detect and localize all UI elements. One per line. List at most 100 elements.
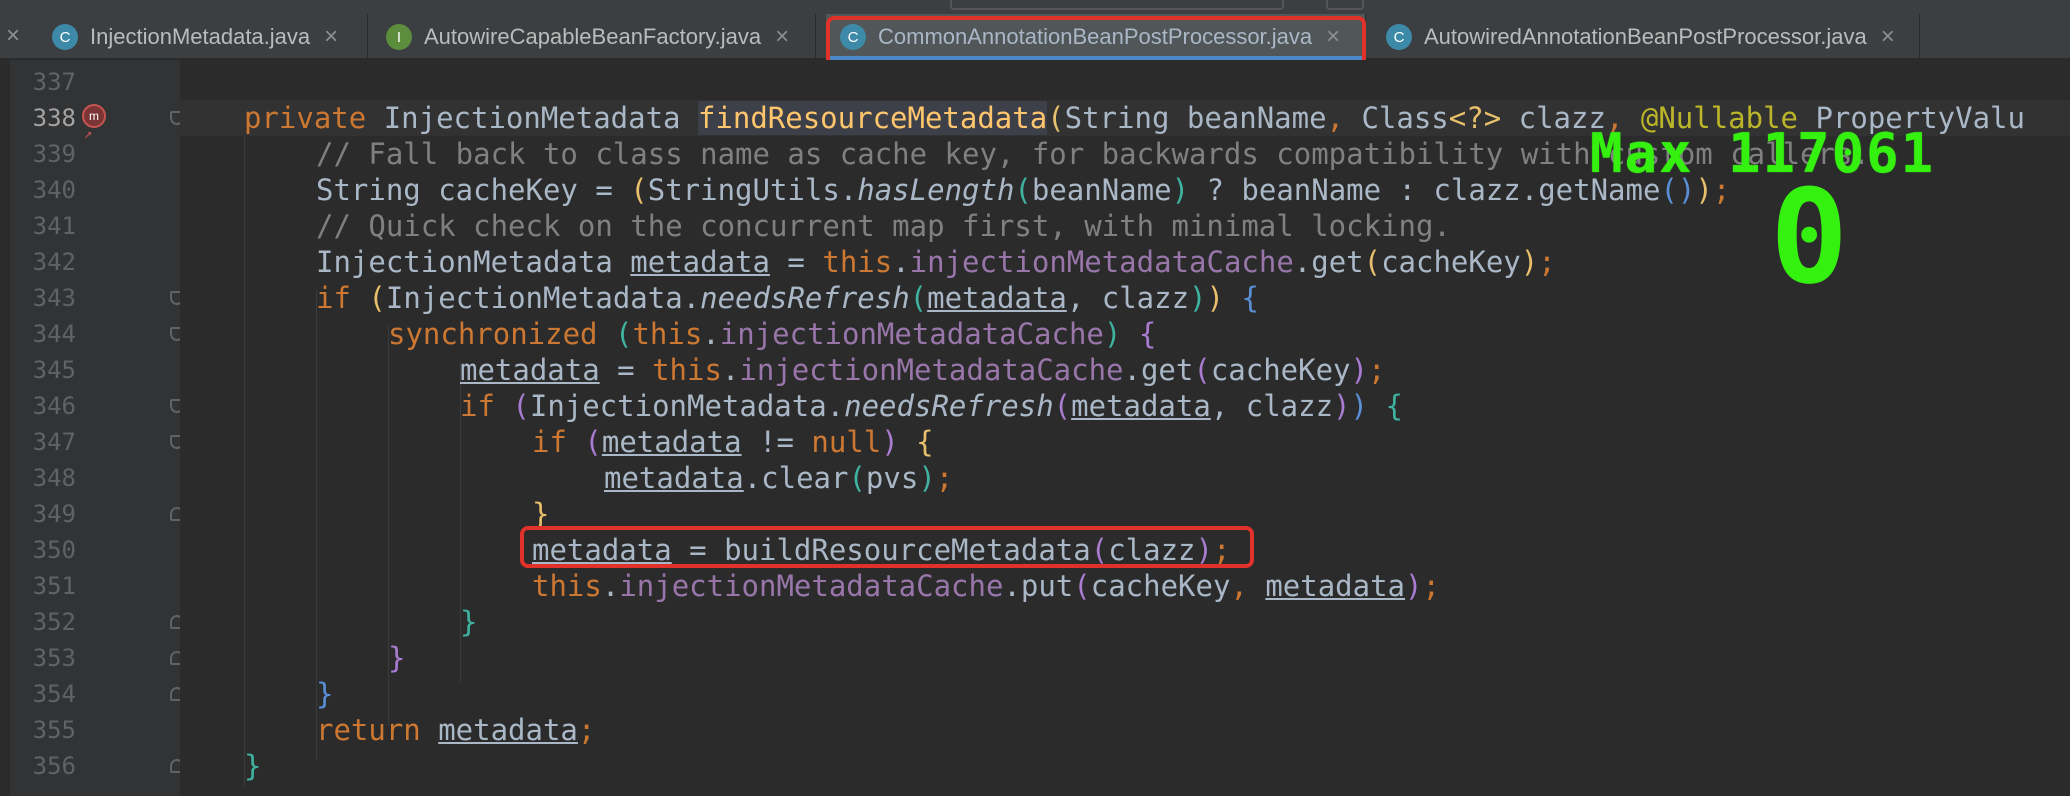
code-line-350[interactable]: metadata = buildResourceMetadata(clazz); — [532, 532, 1230, 568]
code-line-344[interactable]: synchronized (this.injectionMetadataCach… — [388, 316, 1156, 352]
token: .clear — [743, 461, 849, 495]
line-number[interactable]: 343 — [16, 280, 76, 316]
line-number[interactable]: 338 — [16, 100, 76, 136]
method-name: findResourceMetadata — [697, 101, 1048, 135]
tab-autowired-annotation-bean-post-processor[interactable]: C AutowiredAnnotationBeanPostProcessor.j… — [1372, 14, 1920, 60]
line-number[interactable]: 339 — [16, 136, 76, 172]
tab-injection-metadata[interactable]: C InjectionMetadata.java × — [38, 14, 368, 60]
token: ; — [1367, 353, 1386, 387]
tab-label: InjectionMetadata.java — [90, 24, 311, 49]
token: injectionMetadataCache — [739, 353, 1124, 387]
line-number[interactable]: 344 — [16, 316, 76, 352]
tab-close-icon[interactable]: × — [1326, 23, 1340, 51]
line-number[interactable]: 342 — [16, 244, 76, 280]
override-arrow-icon: ↗ — [84, 126, 93, 142]
code-line-348[interactable]: metadata.clear(pvs); — [604, 460, 953, 496]
code-line-347[interactable]: if (metadata != null) { — [532, 424, 934, 460]
override-method-icon[interactable]: m — [82, 104, 106, 128]
line-number[interactable]: 352 — [16, 604, 76, 640]
line-number[interactable]: 355 — [16, 712, 76, 748]
code-line-354[interactable]: } — [316, 676, 333, 712]
code-line-340[interactable]: String cacheKey = (StringUtils.hasLength… — [316, 172, 1730, 208]
class-icon: C — [840, 24, 866, 50]
token: ) — [1206, 281, 1224, 315]
class-icon: C — [52, 24, 78, 50]
token: , clazz — [1210, 389, 1334, 423]
tab-close-icon[interactable]: × — [1881, 23, 1895, 51]
token: if — [460, 389, 513, 423]
token: cacheKey — [1090, 569, 1231, 603]
token: ; — [1212, 533, 1231, 567]
token: = — [599, 353, 653, 387]
top-toolbar-strip — [0, 0, 2070, 10]
token: ; — [1538, 245, 1556, 279]
code-line-346[interactable]: if (InjectionMetadata.needsRefresh(metad… — [460, 388, 1403, 424]
code-line-356[interactable]: } — [244, 748, 261, 784]
token: ( — [1053, 389, 1072, 423]
tab-close-icon[interactable]: × — [324, 23, 338, 51]
token: metadata — [630, 245, 770, 279]
code-line-351[interactable]: this.injectionMetadataCache.put(cacheKey… — [532, 568, 1440, 604]
line-number[interactable]: 349 — [16, 496, 76, 532]
token: } — [532, 497, 550, 531]
token: beanName — [1031, 173, 1172, 207]
token: return — [316, 713, 439, 747]
line-number[interactable]: 351 — [16, 568, 76, 604]
interface-icon: I — [386, 24, 412, 50]
token: ) — [1171, 173, 1190, 207]
token: ( — [630, 173, 648, 207]
tab-scroll-left-close-icon[interactable]: × — [6, 22, 20, 50]
token: = — [769, 245, 823, 279]
token: ) — [918, 461, 936, 495]
tab-close-icon[interactable]: × — [775, 23, 789, 51]
token: .get — [1123, 353, 1194, 387]
token: this — [632, 317, 703, 351]
token: StringUtils. — [647, 173, 858, 207]
token: injectionMetadataCache — [909, 245, 1294, 279]
code-line-352[interactable]: } — [460, 604, 477, 640]
tab-label: AutowireCapableBeanFactory.java — [424, 24, 762, 49]
token: needsRefresh — [844, 389, 1054, 423]
line-number[interactable]: 337 — [16, 64, 76, 100]
token: ) — [1520, 245, 1539, 279]
code-line-342[interactable]: InjectionMetadata metadata = this.inject… — [316, 244, 1556, 280]
token: ( — [1073, 569, 1091, 603]
token: } — [244, 749, 262, 783]
overlay-max-counter: Max 117061 — [1590, 122, 1936, 185]
token: metadata — [1071, 389, 1211, 423]
token: ( — [1363, 245, 1382, 279]
line-number[interactable]: 354 — [16, 676, 76, 712]
line-number[interactable]: 341 — [16, 208, 76, 244]
token: . — [892, 245, 910, 279]
code-line-343[interactable]: if (InjectionMetadata.needsRefresh(metad… — [316, 280, 1259, 316]
line-number[interactable]: 347 — [16, 424, 76, 460]
code-line-353[interactable]: } — [388, 640, 405, 676]
tab-autowire-capable-bean-factory[interactable]: I AutowireCapableBeanFactory.java × — [372, 14, 816, 60]
code-line-341[interactable]: // Quick check on the concurrent map fir… — [316, 208, 1451, 244]
token: metadata — [927, 281, 1067, 315]
line-number[interactable]: 348 — [16, 460, 76, 496]
token: } — [316, 677, 334, 711]
line-number[interactable]: 356 — [16, 748, 76, 784]
line-number[interactable]: 346 — [16, 388, 76, 424]
code-line-349[interactable]: } — [532, 496, 549, 532]
overlay-counter-value: 0 — [1770, 161, 1849, 313]
tab-common-annotation-bean-post-processor[interactable]: C CommonAnnotationBeanPostProcessor.java… — [826, 14, 1366, 60]
token: .get — [1293, 245, 1364, 279]
indent-guide — [244, 136, 245, 786]
code-line-355[interactable]: return metadata; — [316, 712, 595, 748]
token: InjectionMetadata — [316, 245, 631, 279]
project-panel-edge — [0, 60, 10, 796]
line-number[interactable]: 340 — [16, 172, 76, 208]
token: ) — [1103, 317, 1122, 351]
token: synchronized — [388, 317, 615, 351]
line-number[interactable]: 345 — [16, 352, 76, 388]
toolbar-button-edge[interactable] — [1326, 0, 1364, 10]
code-line-345[interactable]: metadata = this.injectionMetadataCache.g… — [460, 352, 1385, 388]
token: <?> — [1448, 101, 1502, 135]
token: . — [702, 317, 720, 351]
toolbar-dropdown-edge[interactable] — [950, 0, 1284, 10]
line-number[interactable]: 353 — [16, 640, 76, 676]
line-number[interactable]: 350 — [16, 532, 76, 568]
